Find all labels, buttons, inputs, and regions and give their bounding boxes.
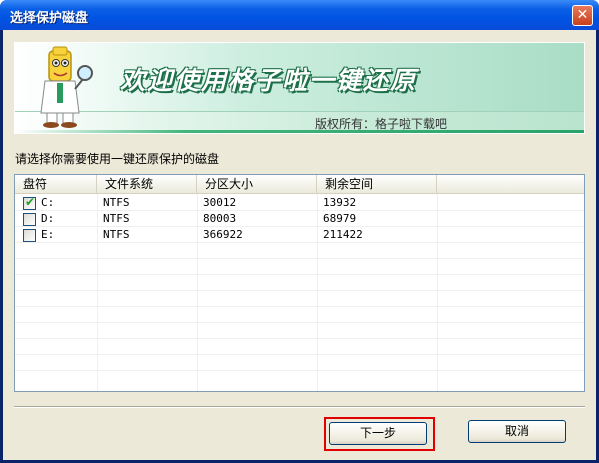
cell-drive: D: [41, 212, 55, 225]
banner-accent-line [15, 130, 584, 133]
close-icon: ✕ [576, 7, 589, 23]
cancel-button[interactable]: 取消 [468, 420, 566, 443]
column-header-size[interactable]: 分区大小 [197, 175, 317, 194]
cell-free: 211422 [323, 228, 363, 241]
cell-drive: E: [41, 228, 55, 241]
grid-line [15, 322, 584, 323]
column-header-free[interactable]: 剩余空间 [317, 175, 437, 194]
list-header: 盘符 文件系统 分区大小 剩余空间 [15, 175, 584, 194]
dialog-client-area: 欢迎使用格子啦一键还原 版权所有：格子啦下载吧 请选择你需要使用一键还原保护的磁… [3, 30, 596, 460]
grid-line [15, 290, 584, 291]
disk-list[interactable]: 盘符 文件系统 分区大小 剩余空间 ✔ C: NTFS 30012 13932 … [14, 174, 585, 392]
row-checkbox-e[interactable] [23, 229, 36, 242]
cell-free: 13932 [323, 196, 357, 209]
close-button[interactable]: ✕ [572, 5, 593, 26]
cell-filesystem: NTFS [103, 212, 130, 225]
column-header-drive[interactable]: 盘符 [15, 175, 97, 194]
check-icon: ✔ [25, 195, 36, 209]
table-row-e[interactable]: E: NTFS 366922 211422 [15, 227, 584, 243]
grid-line [15, 274, 584, 275]
table-row-c[interactable]: ✔ C: NTFS 30012 13932 [15, 195, 584, 211]
column-header-filesystem[interactable]: 文件系统 [97, 175, 197, 194]
grid-line [15, 370, 584, 371]
grid-line [15, 258, 584, 259]
instruction-label: 请选择你需要使用一键还原保护的磁盘 [15, 152, 220, 166]
cell-filesystem: NTFS [103, 196, 130, 209]
row-checkbox-d[interactable] [23, 213, 36, 226]
dialog-window: 选择保护磁盘 ✕ 欢迎使用格子啦一键还原 版权所有：格子啦下载吧 请选择你需要使… [0, 0, 599, 463]
next-button[interactable]: 下一步 [329, 422, 427, 445]
grid-line [15, 354, 584, 355]
window-title: 选择保护磁盘 [10, 11, 89, 26]
cell-size: 80003 [203, 212, 237, 225]
table-row-d[interactable]: D: NTFS 80003 68979 [15, 211, 584, 227]
cell-free: 68979 [323, 212, 357, 225]
cell-drive: C: [41, 196, 55, 209]
cell-size: 366922 [203, 228, 243, 241]
cell-filesystem: NTFS [103, 228, 130, 241]
grid-line [15, 306, 584, 307]
cell-size: 30012 [203, 196, 237, 209]
banner: 欢迎使用格子啦一键还原 版权所有：格子啦下载吧 [14, 42, 585, 134]
footer-separator [14, 406, 585, 408]
row-checkbox-c[interactable]: ✔ [23, 195, 36, 210]
grid-line [15, 338, 584, 339]
title-bar[interactable]: 选择保护磁盘 ✕ [0, 0, 599, 30]
mascot-magnifier-icon [40, 46, 93, 128]
copyright-text: 版权所有：格子啦下载吧 [315, 117, 448, 131]
banner-title: 欢迎使用格子啦一键还原 [120, 66, 418, 95]
